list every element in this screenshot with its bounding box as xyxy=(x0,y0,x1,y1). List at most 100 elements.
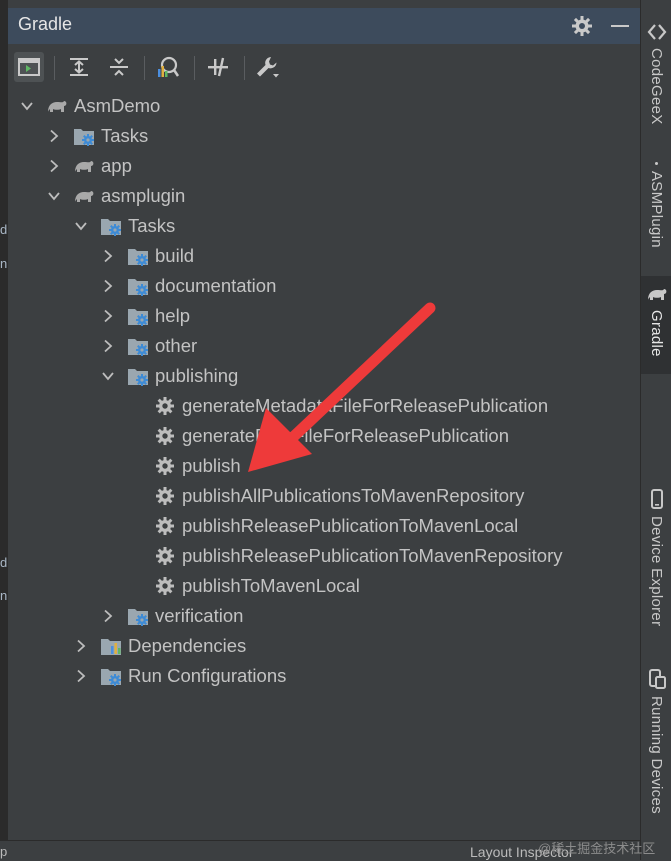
chevron-down-icon[interactable] xyxy=(20,99,34,113)
gutter-char: d xyxy=(0,555,8,570)
tree-node-label: publish xyxy=(182,455,241,476)
tree-node-label: generatePomFileForReleasePublication xyxy=(182,425,510,446)
tree-node[interactable]: publishAllPublicationsToMavenRepository xyxy=(128,481,524,511)
minimize-icon[interactable] xyxy=(611,25,629,27)
wrench-icon xyxy=(257,57,279,78)
tree-node[interactable]: asmplugin xyxy=(47,181,185,211)
task-folder-icon xyxy=(128,609,148,626)
gradle-elephant-icon xyxy=(75,191,94,202)
tab-running-devices[interactable]: Running Devices xyxy=(641,668,671,828)
gear-icon[interactable] xyxy=(570,14,594,38)
task-gear-icon xyxy=(156,517,174,535)
chevron-right-icon[interactable] xyxy=(74,669,88,683)
toggle-offline-button[interactable] xyxy=(203,52,233,82)
tree-node[interactable]: publishReleasePublicationToMavenLocal xyxy=(128,511,518,541)
toolbar xyxy=(8,46,640,90)
tree-node-label: help xyxy=(155,305,190,326)
tab-gradle[interactable]: Gradle xyxy=(641,276,671,374)
tree-node[interactable]: Tasks xyxy=(47,121,148,151)
task-folder-icon xyxy=(128,369,148,386)
bottom-left-text: p xyxy=(0,844,8,859)
task-folder-icon xyxy=(128,249,148,266)
tree-node-label: Tasks xyxy=(128,215,176,236)
tree-node[interactable]: AsmDemo xyxy=(20,91,160,121)
task-folder-icon xyxy=(128,309,148,326)
tree-node[interactable]: Dependencies xyxy=(74,631,246,661)
task-gear-icon xyxy=(156,547,174,565)
tree-node-label: generateMetadataFileForReleasePublicatio… xyxy=(182,395,549,416)
tab-device-explorer[interactable]: Device Explorer xyxy=(641,488,671,638)
task-folder-icon xyxy=(128,339,148,356)
task-folder-icon xyxy=(101,669,121,686)
tree-node[interactable]: generatePomFileForReleasePublication xyxy=(128,421,509,451)
tree-node[interactable]: publishToMavenLocal xyxy=(128,571,360,601)
tree-node-label: Tasks xyxy=(101,125,149,146)
tree-node[interactable]: publishReleasePublicationToMavenReposito… xyxy=(128,541,563,571)
chevron-down-icon[interactable] xyxy=(47,189,61,203)
tree-node[interactable]: documentation xyxy=(101,271,276,301)
tab-label: Device Explorer xyxy=(648,516,665,627)
tree-node[interactable]: verification xyxy=(101,601,243,631)
expand-all-icon xyxy=(70,58,88,76)
tree-node-label: build xyxy=(155,245,195,266)
collapse-all-button[interactable] xyxy=(104,52,134,82)
codegeex-icon xyxy=(647,24,666,40)
expand-all-button[interactable] xyxy=(64,52,94,82)
tree-node-label: other xyxy=(155,335,198,356)
tree-node-label: verification xyxy=(155,605,244,626)
task-folder-icon xyxy=(128,279,148,296)
watermark: @稀土掘金技术社区 xyxy=(538,841,656,856)
gradle-elephant-icon xyxy=(75,161,94,172)
tree-node-label: Dependencies xyxy=(128,635,247,656)
tool-window-header: Gradle xyxy=(8,8,640,44)
chevron-right-icon[interactable] xyxy=(47,159,61,173)
tree-node-label: publishToMavenLocal xyxy=(182,575,360,596)
chevron-right-icon[interactable] xyxy=(101,609,115,623)
task-gear-icon xyxy=(156,427,174,445)
build-tool-settings-button[interactable] xyxy=(253,52,283,82)
tab-asmplugin[interactable]: ASMPlugin xyxy=(641,158,671,262)
tree-node[interactable]: help xyxy=(101,301,190,331)
tree-node-label: app xyxy=(101,155,132,176)
tree-node-label: publishReleasePublicationToMavenReposito… xyxy=(182,545,563,566)
chevron-right-icon[interactable] xyxy=(101,309,115,323)
tree-node-label: publishReleasePublicationToMavenLocal xyxy=(182,515,519,536)
task-folder-icon xyxy=(74,129,94,146)
execute-task-icon xyxy=(18,58,40,76)
chevron-right-icon[interactable] xyxy=(101,279,115,293)
execute-task-button[interactable] xyxy=(14,52,44,82)
analyze-button[interactable] xyxy=(153,52,183,82)
tree-node-label: AsmDemo xyxy=(74,95,161,116)
tree-node[interactable]: build xyxy=(101,241,194,271)
tab-label: Running Devices xyxy=(648,696,665,814)
task-gear-icon xyxy=(156,577,174,595)
tree-node[interactable]: generateMetadataFileForReleasePublicatio… xyxy=(128,391,548,421)
tree-node[interactable]: app xyxy=(47,151,132,181)
tree-node[interactable]: publishing xyxy=(101,361,238,391)
chevron-right-icon[interactable] xyxy=(47,129,61,143)
tree-node[interactable]: other xyxy=(101,331,197,361)
tree-node[interactable]: Run Configurations xyxy=(74,661,286,691)
task-folder-icon xyxy=(101,219,121,236)
elephant-icon xyxy=(647,289,666,300)
tree-node-label: Run Configurations xyxy=(128,665,287,686)
chevron-right-icon[interactable] xyxy=(101,249,115,263)
tab-codegeex[interactable]: CodeGeeX xyxy=(641,22,671,144)
tab-label: CodeGeeX xyxy=(648,48,665,125)
gutter-char: n xyxy=(0,588,8,603)
tree-node[interactable]: publish xyxy=(128,451,241,481)
gutter-char: d xyxy=(0,222,8,237)
chevron-right-icon[interactable] xyxy=(74,639,88,653)
editor-gutter: d n d n xyxy=(0,0,8,860)
tree-node[interactable]: Tasks xyxy=(74,211,175,241)
task-gear-icon xyxy=(156,487,174,505)
chevron-down-icon[interactable] xyxy=(101,369,115,383)
tree-node-label: publishAllPublicationsToMavenRepository xyxy=(182,485,525,506)
dot-icon xyxy=(655,162,658,165)
chevron-down-icon[interactable] xyxy=(74,219,88,233)
toggle-offline-icon xyxy=(208,57,228,77)
task-gear-icon xyxy=(156,397,174,415)
tree-node-label: asmplugin xyxy=(101,185,186,206)
panel-title: Gradle xyxy=(18,14,73,34)
chevron-right-icon[interactable] xyxy=(101,339,115,353)
